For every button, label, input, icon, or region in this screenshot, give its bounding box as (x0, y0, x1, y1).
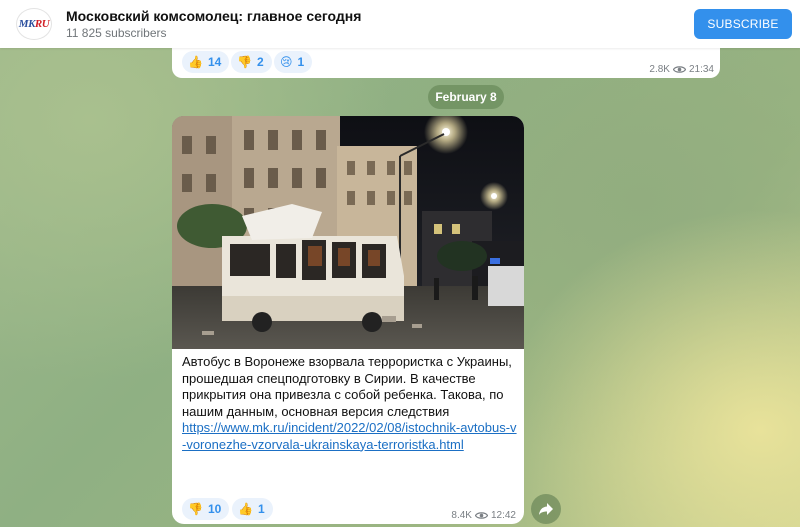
channel-avatar[interactable]: MKRU (16, 8, 52, 40)
view-count: 8.4K (451, 510, 472, 521)
eye-icon (672, 66, 686, 73)
thumbs-up-icon: 👍 (238, 502, 253, 516)
reaction-thumbs-up[interactable]: 👍 14 (182, 51, 230, 73)
reaction-thumbs-down[interactable]: 👎 2 (231, 51, 272, 73)
previous-message: 👍 14 👎 2 😢 1 2.8K 21:34 (172, 44, 720, 78)
bus-explosion-photo (172, 116, 524, 349)
reaction-count: 10 (207, 502, 222, 516)
subscriber-count: 11 825 subscribers (66, 26, 167, 40)
message-meta: 2.8K 21:34 (649, 64, 714, 75)
message-time: 21:34 (688, 64, 714, 75)
share-button[interactable] (531, 494, 561, 524)
crying-face-icon: 😢 (280, 55, 293, 69)
channel-header: MKRU Московский комсомолец: главное сего… (0, 0, 800, 48)
message-text: Автобус в Воронеже взорвала террористка … (182, 354, 512, 419)
message-meta: 8.4K 12:42 (451, 510, 516, 521)
thumbs-down-icon: 👎 (188, 502, 203, 516)
subscribe-button[interactable]: SUBSCRIBE (694, 9, 792, 39)
reaction-count: 2 (256, 55, 264, 69)
thumbs-down-icon: 👎 (237, 55, 252, 69)
reaction-crying[interactable]: 😢 1 (274, 51, 313, 73)
message-link[interactable]: https://www.mk.ru/incident/2022/02/08/is… (182, 420, 517, 452)
message-bubble: Автобус в Воронеже взорвала террористка … (172, 116, 524, 524)
message-time: 12:42 (490, 510, 516, 521)
message-text-block: Автобус в Воронеже взорвала террористка … (182, 354, 518, 453)
reaction-thumbs-down[interactable]: 👎 10 (182, 498, 230, 520)
view-count: 2.8K (649, 64, 670, 75)
reaction-count: 1 (257, 502, 265, 516)
thumbs-up-icon: 👍 (188, 55, 203, 69)
eye-icon (474, 512, 488, 519)
reaction-count: 1 (297, 55, 305, 69)
date-separator: February 8 (428, 85, 504, 109)
reaction-thumbs-up[interactable]: 👍 1 (232, 498, 273, 520)
reaction-count: 14 (207, 55, 222, 69)
share-arrow-icon (539, 503, 553, 515)
channel-title[interactable]: Московский комсомолец: главное сегодня (66, 8, 361, 24)
channel-logo: MKRU (18, 18, 50, 30)
message-photo[interactable] (172, 116, 524, 349)
